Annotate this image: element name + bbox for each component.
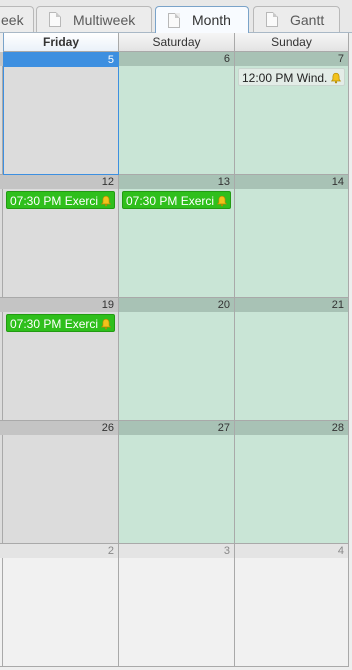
day-number: 7 <box>235 52 348 66</box>
day-cell[interactable]: 21 <box>235 298 349 421</box>
day-number: 21 <box>235 298 348 312</box>
day-cell[interactable]: 2 <box>3 544 119 667</box>
day-cell[interactable]: 14 <box>235 175 349 298</box>
day-cell[interactable]: 28 <box>235 421 349 544</box>
calendar-event[interactable]: 07:30 PM Exerci... <box>122 191 231 209</box>
day-number: 13 <box>119 175 234 189</box>
day-cell[interactable]: 20 <box>119 298 235 421</box>
bell-icon <box>100 194 112 207</box>
column-header-sunday: Sunday <box>235 33 349 52</box>
day-number: 19 <box>3 298 118 312</box>
document-icon <box>266 12 278 27</box>
month-calendar-grid: Friday Saturday Sunday 5 6 7 12:00 PM Wind.… <box>0 33 352 670</box>
tab-multiweek[interactable]: Multiweek <box>36 6 152 32</box>
day-number: 28 <box>235 421 348 435</box>
day-number: 26 <box>3 421 118 435</box>
calendar-event[interactable]: 07:30 PM Exerci... <box>6 314 115 332</box>
day-cell[interactable]: 6 <box>119 52 235 175</box>
column-header-friday: Friday <box>3 33 119 52</box>
tab-label: Gantt <box>290 11 325 28</box>
event-title: 07:30 PM Exerci... <box>126 194 214 208</box>
tab-week[interactable]: eek <box>0 6 34 32</box>
day-cell[interactable]: 3 <box>119 544 235 667</box>
day-number: 4 <box>235 544 348 558</box>
bell-icon <box>330 71 342 84</box>
day-number: 2 <box>3 544 118 558</box>
calendar-event[interactable]: 12:00 PM Wind... <box>238 68 345 86</box>
view-tab-strip: eek Multiweek Month Gantt <box>0 0 352 33</box>
day-cell[interactable]: 19 07:30 PM Exerci... <box>3 298 119 421</box>
day-number: 20 <box>119 298 234 312</box>
tab-label: Month <box>192 12 231 28</box>
event-title: 12:00 PM Wind... <box>242 71 328 85</box>
day-number: 12 <box>3 175 118 189</box>
day-number: 14 <box>235 175 348 189</box>
tab-gantt[interactable]: Gantt <box>253 6 340 32</box>
tab-label: eek <box>1 11 24 28</box>
day-number: 6 <box>119 52 234 66</box>
day-cell[interactable]: 26 <box>3 421 119 544</box>
day-cell[interactable]: 13 07:30 PM Exerci... <box>119 175 235 298</box>
bell-icon <box>216 194 228 207</box>
bell-icon <box>100 317 112 330</box>
event-title: 07:30 PM Exerci... <box>10 194 98 208</box>
document-icon <box>168 12 180 28</box>
document-icon <box>49 12 61 27</box>
tab-label: Multiweek <box>73 11 136 28</box>
day-cell[interactable]: 5 <box>3 52 119 175</box>
day-cell[interactable]: 12 07:30 PM Exerci... <box>3 175 119 298</box>
tab-month[interactable]: Month <box>155 6 249 33</box>
day-number: 27 <box>119 421 234 435</box>
day-number: 3 <box>119 544 234 558</box>
event-title: 07:30 PM Exerci... <box>10 317 98 331</box>
day-number: 5 <box>4 53 118 67</box>
column-header-saturday: Saturday <box>119 33 235 52</box>
calendar-event[interactable]: 07:30 PM Exerci... <box>6 191 115 209</box>
day-cell[interactable]: 7 12:00 PM Wind... <box>235 52 349 175</box>
day-cell[interactable]: 4 <box>235 544 349 667</box>
day-cell[interactable]: 27 <box>119 421 235 544</box>
